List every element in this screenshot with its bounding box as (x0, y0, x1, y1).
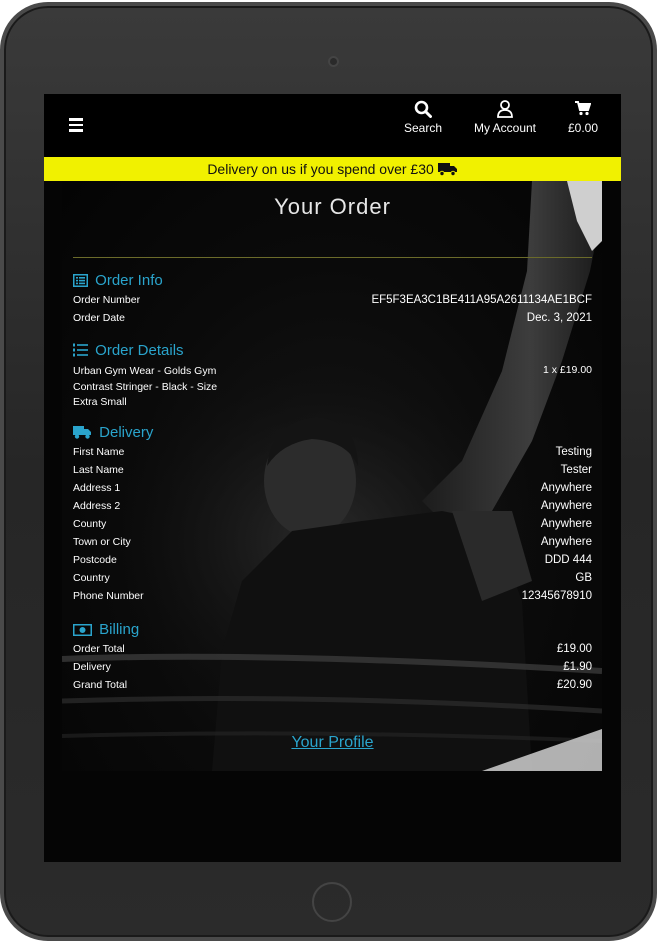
delivery-heading: Delivery (73, 424, 153, 441)
county-value: Anywhere (540, 518, 592, 530)
postcode-label: Postcode (73, 554, 117, 566)
town-value: Anywhere (540, 536, 592, 548)
nav-search-label: Search (403, 121, 443, 135)
country-value: GB (575, 572, 592, 584)
hero-background-image (62, 181, 602, 771)
nav-account-label: My Account (473, 121, 537, 135)
screen: Search My Account £0.00 Delivery on us i… (44, 94, 621, 862)
money-bill-icon (73, 621, 99, 638)
delivery-cost-label: Delivery (73, 661, 111, 673)
home-button[interactable] (312, 882, 352, 922)
country-label: Country (73, 572, 110, 584)
order-date-label: Order Date (73, 312, 125, 324)
nav-cart-total: £0.00 (567, 121, 599, 135)
order-item-name: Urban Gym Wear - Golds Gym Contrast Stri… (73, 365, 218, 408)
truck-icon (437, 161, 458, 177)
last-name-value: Tester (560, 464, 592, 476)
tablet-frame: Search My Account £0.00 Delivery on us i… (0, 2, 657, 941)
title-divider (73, 257, 592, 258)
delivery-banner: Delivery on us if you spend over £30 (44, 157, 621, 181)
delivery-heading-text: Delivery (99, 424, 154, 441)
billing-heading: Billing (73, 621, 139, 638)
address1-value: Anywhere (540, 482, 592, 494)
grand-total-value: £20.90 (556, 679, 592, 691)
order-date-value: Dec. 3, 2021 (526, 312, 592, 324)
nav-search[interactable]: Search (400, 100, 446, 135)
first-name-value: Testing (555, 446, 592, 458)
order-details-heading: Order Details (73, 342, 184, 359)
order-total-label: Order Total (73, 643, 125, 655)
postcode-value: DDD 444 (544, 554, 592, 566)
last-name-label: Last Name (73, 464, 124, 476)
nav-my-account[interactable]: My Account (470, 100, 540, 135)
county-label: County (73, 518, 107, 530)
search-icon (400, 100, 446, 120)
address1-label: Address 1 (73, 482, 121, 494)
camera-icon (328, 56, 339, 67)
town-label: Town or City (73, 536, 131, 548)
billing-heading-text: Billing (99, 621, 140, 638)
top-navbar: Search My Account £0.00 (44, 94, 621, 157)
grand-total-label: Grand Total (73, 679, 128, 691)
order-number-label: Order Number (73, 294, 141, 306)
address2-label: Address 2 (73, 500, 121, 512)
truck-icon (73, 424, 99, 441)
phone-value: 12345678910 (521, 590, 592, 602)
list-alt-icon (73, 272, 95, 289)
nav-cart[interactable]: £0.00 (563, 100, 603, 135)
phone-label: Phone Number (73, 590, 144, 602)
order-total-value: £19.00 (556, 643, 592, 655)
order-info-heading: Order Info (73, 272, 163, 289)
your-profile-link[interactable]: Your Profile (44, 734, 621, 752)
order-details-heading-text: Order Details (95, 342, 184, 359)
delivery-cost-value: £1.90 (563, 661, 592, 673)
shopping-cart-icon (563, 100, 603, 120)
user-icon (470, 100, 540, 120)
order-item-quantity-price: 1 x £19.00 (542, 364, 592, 376)
menu-icon[interactable] (69, 118, 84, 132)
order-info-heading-text: Order Info (95, 272, 163, 289)
order-number-value: EF5F3EA3C1BE411A95A2611134AE1BCF (371, 294, 592, 306)
delivery-banner-text: Delivery on us if you spend over £30 (207, 161, 434, 177)
address2-value: Anywhere (540, 500, 592, 512)
first-name-label: First Name (73, 446, 125, 458)
page-title: Your Order (274, 194, 391, 219)
list-ol-icon (73, 342, 95, 359)
